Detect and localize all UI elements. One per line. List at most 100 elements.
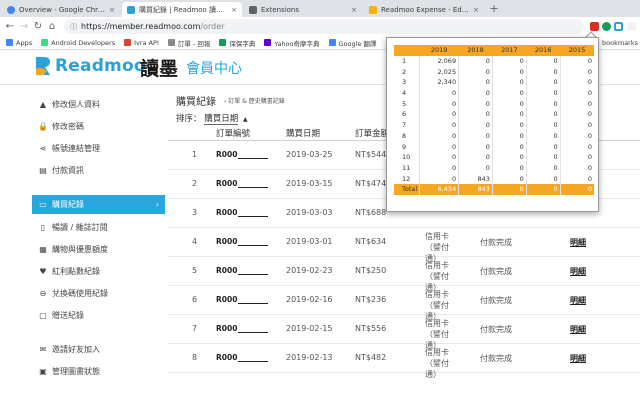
bookmark-google-translate[interactable]: Google 翻譯 <box>328 38 377 48</box>
sidebar-item-purchases[interactable]: ▭ 購買紀錄 › <box>32 195 165 214</box>
table-row: 8 R000 2019-02-13 NT$482 信用卡（譬付通） 付款完成 明… <box>168 344 640 379</box>
other-bookmarks[interactable]: bookmarks <box>602 39 638 47</box>
month-value: 0 <box>491 162 527 174</box>
sidebar-item-password[interactable]: 🔒 修改密碼 <box>32 117 165 136</box>
order-number-link[interactable]: R000 <box>216 237 269 246</box>
bookmark-android-developers[interactable]: Android Developers <box>41 39 115 47</box>
readmoo-logo-icon[interactable] <box>33 55 54 77</box>
tab-readmoo-orders[interactable]: 購買紀錄 | Readmoo 讀墨電子書 × <box>122 2 242 17</box>
extension-red-icon[interactable] <box>590 22 599 31</box>
month-value: 0 <box>525 87 561 99</box>
puzzle-icon <box>249 5 257 14</box>
sort-select[interactable]: 購買日期 <box>204 114 239 125</box>
tab-extensions[interactable]: Extensions × <box>244 2 362 17</box>
month-value: 2,340 <box>419 77 459 88</box>
address-bar[interactable]: ⓘ https://member.readmoo.com/order <box>64 19 584 34</box>
month-value: 0 <box>559 141 594 152</box>
sidebar-item-profile[interactable]: ▲ 修改個人資料 <box>32 95 165 114</box>
month-value: 0 <box>458 130 493 142</box>
detail-link[interactable]: 明細 <box>570 324 586 335</box>
month-value: 0 <box>419 173 459 184</box>
bookmark-icon <box>167 39 175 46</box>
detail-link[interactable]: 明細 <box>570 353 586 364</box>
library-icon: ▣ <box>39 367 47 376</box>
table-row: 7 R000 2019-02-15 NT$556 信用卡（譬付通） 付款完成 明… <box>168 315 640 350</box>
sidebar-item-subscriptions[interactable]: ▯ 暢讀 / 雜誌訂閱 <box>32 218 165 237</box>
month-value: 0 <box>525 151 561 163</box>
order-number-link[interactable]: R000 <box>216 179 269 188</box>
detail-link[interactable]: 明細 <box>570 295 586 306</box>
month-value: 0 <box>559 130 594 142</box>
new-tab-button[interactable]: + <box>488 2 500 15</box>
expense-month-row: 12 0 843 0 0 0 <box>394 173 594 184</box>
home-button[interactable]: ⌂ <box>46 20 58 33</box>
month-value: 0 <box>419 162 459 174</box>
card-icon: ▤ <box>39 166 47 175</box>
sidebar-item-payment[interactable]: ▤ 付款資訊 <box>32 161 165 180</box>
sidebar-item-credits[interactable]: ▦ 購物與優惠額度 <box>32 240 165 259</box>
sidebar-item-bonus-points[interactable]: ♥ 紅利點數紀錄 <box>32 262 165 281</box>
sidebar-item-invite-friends[interactable]: ✉ 邀請好友加入 <box>32 340 165 359</box>
expense-month-row: 500000 <box>394 98 594 110</box>
month-value: 0 <box>458 151 493 163</box>
forward-button[interactable]: → <box>18 20 30 33</box>
readmoo-icon <box>127 5 135 14</box>
detail-link[interactable]: 明細 <box>570 237 586 248</box>
sort-caret-icon[interactable]: ▲ <box>243 116 248 123</box>
extension-evernote-icon[interactable] <box>602 22 611 31</box>
month-label: 11 <box>402 163 411 172</box>
month-value: 0 <box>559 151 594 163</box>
sort-control[interactable]: 排序： 購買日期 ▲ <box>176 112 248 125</box>
url-host: https://member.readmoo.com <box>81 22 201 31</box>
order-number-link[interactable]: R000 <box>216 150 269 159</box>
reload-button[interactable]: ↻ <box>32 20 44 33</box>
sort-label: 排序： <box>176 114 202 124</box>
yahoo-icon <box>264 39 272 46</box>
close-icon[interactable]: × <box>351 6 357 14</box>
order-number-link[interactable]: R000 <box>216 295 269 304</box>
order-number-link[interactable]: R000 <box>216 353 269 362</box>
close-icon[interactable]: × <box>473 6 479 14</box>
month-value: 0 <box>559 77 594 88</box>
month-value: 0 <box>419 98 459 110</box>
close-icon[interactable]: × <box>231 6 237 14</box>
column-order-amount: 訂單金額 <box>355 129 390 139</box>
month-value: 0 <box>458 66 493 78</box>
purchase-date: 2019-03-01 <box>286 237 333 246</box>
sidebar-item-library-status[interactable]: ▣ 管理圖書狀態 <box>32 362 165 381</box>
order-number-link[interactable]: R000 <box>216 324 269 333</box>
close-icon[interactable]: × <box>109 6 115 14</box>
bookmark-apps[interactable]: Apps <box>6 39 32 47</box>
order-number-link[interactable]: R000 <box>216 208 269 217</box>
order-amount: NT$474 <box>355 179 387 188</box>
tab-readmoo-expense[interactable]: Readmoo Expense - Edit Item × <box>364 2 484 17</box>
menu-icon[interactable] <box>627 22 636 31</box>
row-index: 8 <box>192 353 198 362</box>
bookmark-yahoo-dictionary[interactable]: Yahoo奇摩字典 <box>264 38 320 48</box>
order-amount: NT$544 <box>355 150 387 159</box>
year-header: 2016 <box>526 45 561 56</box>
mail-icon: ✉ <box>39 345 47 354</box>
extension-readmoo-expense-icon[interactable] <box>614 22 623 31</box>
tab-overview[interactable]: Overview - Google Chrome × <box>2 2 120 17</box>
back-button[interactable]: ← <box>4 20 16 33</box>
sidebar-item-account-links[interactable]: ⋖ 帳號連結管理 <box>32 139 165 158</box>
sidebar-item-gifts[interactable]: ▢ 贈送紀錄 <box>32 306 165 325</box>
bookmark-orders[interactable]: 訂單 - 回報 <box>167 38 210 48</box>
info-icon[interactable]: ⓘ <box>70 22 77 32</box>
month-value: 0 <box>491 66 527 78</box>
bookmark-dictionary[interactable]: 保保字典 <box>219 38 255 48</box>
bookmark-ivra-api[interactable]: Ivra API <box>124 39 159 47</box>
month-value: 0 <box>419 130 459 142</box>
order-number-link[interactable]: R000 <box>216 266 269 275</box>
logo-text[interactable]: Readmoo <box>55 56 146 76</box>
row-index: 7 <box>192 324 198 333</box>
receipt-icon: ▭ <box>39 200 47 209</box>
bookmark-icon <box>219 39 227 46</box>
detail-link[interactable]: 明細 <box>570 266 586 277</box>
sidebar-item-redeem-codes[interactable]: ⊖ 兌換碼使用紀錄 <box>32 284 165 303</box>
expense-month-row: 11 0 0 0 0 0 <box>394 162 594 174</box>
heart-icon: ♥ <box>39 267 47 276</box>
chevron-right-icon: › <box>155 200 159 209</box>
month-value: 0 <box>419 87 459 99</box>
